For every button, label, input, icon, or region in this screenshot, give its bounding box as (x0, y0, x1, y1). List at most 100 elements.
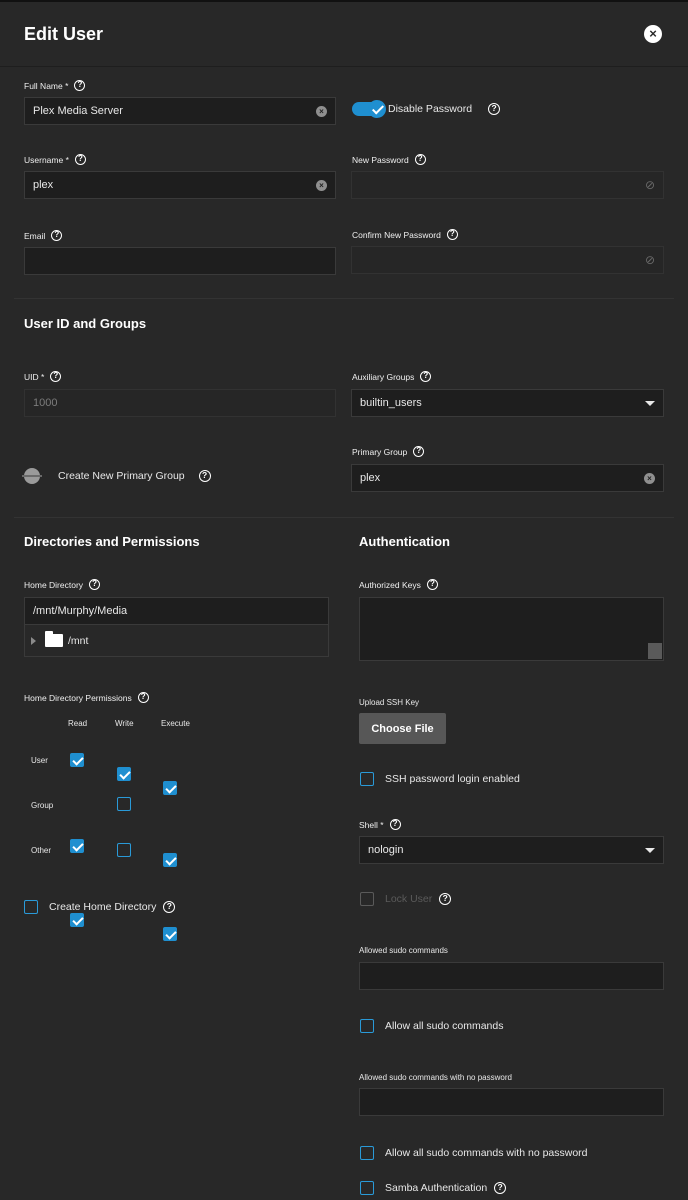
directory-tree[interactable]: /mnt (24, 625, 329, 657)
perm-checkbox-user-read[interactable] (70, 753, 84, 767)
disable-password-label: Disable Password (388, 103, 473, 115)
perm-checkbox-other-read[interactable] (70, 913, 84, 927)
disable-password-toggle[interactable]: Disable Password ? (352, 100, 501, 118)
header-divider (0, 66, 688, 67)
help-icon[interactable]: ? (439, 893, 452, 905)
eye-off-icon[interactable]: ⊘ (645, 178, 655, 192)
home-dir-input[interactable]: /mnt/Murphy/Media (24, 597, 329, 625)
perm-col-read: Read (68, 719, 88, 728)
create-primary-group-label: Create New Primary Group (58, 470, 185, 482)
lock-user-checkbox[interactable] (360, 892, 374, 906)
ssh-password-login-row[interactable]: SSH password login enabled (360, 772, 520, 786)
username-label-text: Username * (24, 154, 69, 165)
create-home-dir-row[interactable]: Create Home Directory ? (24, 900, 176, 914)
aux-groups-select[interactable]: builtin_users (351, 389, 664, 417)
folder-icon (45, 631, 63, 647)
help-icon[interactable]: ? (494, 1182, 507, 1194)
perm-col-write: Write (115, 719, 134, 728)
email-label: Email? (24, 230, 63, 241)
help-icon[interactable]: ? (414, 154, 426, 165)
perm-checkbox-group-execute[interactable] (163, 853, 177, 867)
eye-off-icon[interactable]: ⊘ (645, 253, 655, 267)
samba-auth-checkbox[interactable] (360, 1181, 374, 1195)
samba-auth-row[interactable]: Samba Authentication ? (360, 1181, 507, 1195)
full-name-label: Full Name *? (24, 80, 86, 91)
allow-all-sudo-nopasswd-checkbox[interactable] (360, 1146, 374, 1160)
resize-handle[interactable] (648, 643, 662, 659)
clear-icon[interactable]: × (316, 105, 327, 117)
perm-checkbox-other-write[interactable] (117, 843, 131, 857)
clear-icon[interactable]: × (644, 472, 655, 484)
toggle-track[interactable] (352, 100, 386, 118)
perm-checkbox-other-execute[interactable] (163, 927, 177, 941)
uid-label-text: UID * (24, 371, 45, 382)
help-icon[interactable]: ? (446, 229, 458, 240)
username-input[interactable]: plex × (24, 171, 336, 199)
sudo-commands-input[interactable] (359, 962, 664, 990)
allow-all-sudo-nopasswd-row[interactable]: Allow all sudo commands with no password (360, 1146, 588, 1160)
caret-down-icon (645, 847, 655, 853)
help-icon[interactable]: ? (50, 371, 62, 382)
perm-checkbox-group-read[interactable] (70, 839, 84, 853)
sudo-commands-label: Allowed sudo commands (359, 946, 448, 955)
help-icon[interactable]: ? (163, 901, 176, 913)
allow-all-sudo-checkbox[interactable] (360, 1019, 374, 1033)
uid-input[interactable]: 1000 (24, 389, 336, 417)
ssh-password-login-checkbox[interactable] (360, 772, 374, 786)
toggle-switch[interactable] (22, 468, 42, 484)
allow-all-sudo-nopasswd-label: Allow all sudo commands with no password (385, 1147, 588, 1159)
new-password-label: New Password? (352, 154, 426, 165)
perm-col-execute: Execute (161, 719, 190, 728)
sudo-nopasswd-input[interactable] (359, 1088, 664, 1116)
perm-row-other: Other (31, 846, 52, 855)
full-name-input[interactable]: Plex Media Server × (24, 97, 336, 125)
perm-checkbox-user-execute[interactable] (163, 781, 177, 795)
shell-select[interactable]: nologin (359, 836, 664, 864)
aux-groups-label-text: Auxiliary Groups (352, 371, 415, 382)
upload-ssh-label: Upload SSH Key (359, 698, 420, 707)
create-primary-group-toggle[interactable]: Create New Primary Group ? (22, 468, 211, 484)
uid-label: UID *? (24, 371, 62, 382)
authorized-keys-textarea[interactable] (359, 597, 664, 661)
allow-all-sudo-row[interactable]: Allow all sudo commands (360, 1019, 503, 1033)
choose-file-button[interactable]: Choose File (359, 713, 446, 744)
help-icon[interactable]: ? (74, 154, 86, 165)
help-icon[interactable]: ? (137, 692, 149, 703)
clear-icon[interactable]: × (316, 179, 327, 191)
perm-row-group: Group (31, 801, 54, 810)
ssh-password-login-label: SSH password login enabled (385, 773, 520, 785)
confirm-password-label-text: Confirm New Password (352, 229, 441, 240)
new-password-input[interactable]: ⊘ (351, 171, 664, 199)
help-icon[interactable]: ? (51, 230, 63, 241)
tree-node-label[interactable]: /mnt (68, 635, 88, 647)
help-icon[interactable]: ? (74, 80, 86, 91)
sudo-nopasswd-label: Allowed sudo commands with no password (359, 1073, 512, 1082)
primary-group-input[interactable]: plex × (351, 464, 664, 492)
close-icon[interactable]: × (644, 25, 662, 43)
help-icon[interactable]: ? (488, 103, 501, 115)
help-icon[interactable]: ? (420, 371, 432, 382)
section-title-authentication: Authentication (359, 534, 450, 549)
new-password-label-text: New Password (352, 154, 409, 165)
section-divider (14, 517, 674, 518)
help-icon[interactable]: ? (89, 579, 101, 590)
perm-checkbox-user-write[interactable] (117, 767, 131, 781)
confirm-password-input[interactable]: ⊘ (351, 246, 664, 274)
expand-arrow-icon[interactable] (31, 636, 36, 645)
create-home-dir-checkbox[interactable] (24, 900, 38, 914)
primary-group-label: Primary Group? (352, 446, 425, 457)
lock-user-row[interactable]: Lock User ? (360, 892, 452, 906)
page-title: Edit User (24, 24, 104, 44)
username-value: plex (33, 179, 54, 191)
permissions-grid (0, 0, 688, 941)
help-icon[interactable]: ? (426, 579, 438, 590)
help-icon[interactable]: ? (413, 446, 425, 457)
perm-row-user: User (31, 756, 48, 765)
help-icon[interactable]: ? (198, 470, 211, 482)
perm-checkbox-group-write[interactable] (117, 797, 131, 811)
email-input[interactable] (24, 247, 336, 275)
primary-group-value: plex (360, 472, 381, 484)
authorized-keys-label: Authorized Keys? (359, 579, 438, 590)
home-dir-label: Home Directory? (24, 579, 101, 590)
help-icon[interactable]: ? (389, 819, 401, 830)
